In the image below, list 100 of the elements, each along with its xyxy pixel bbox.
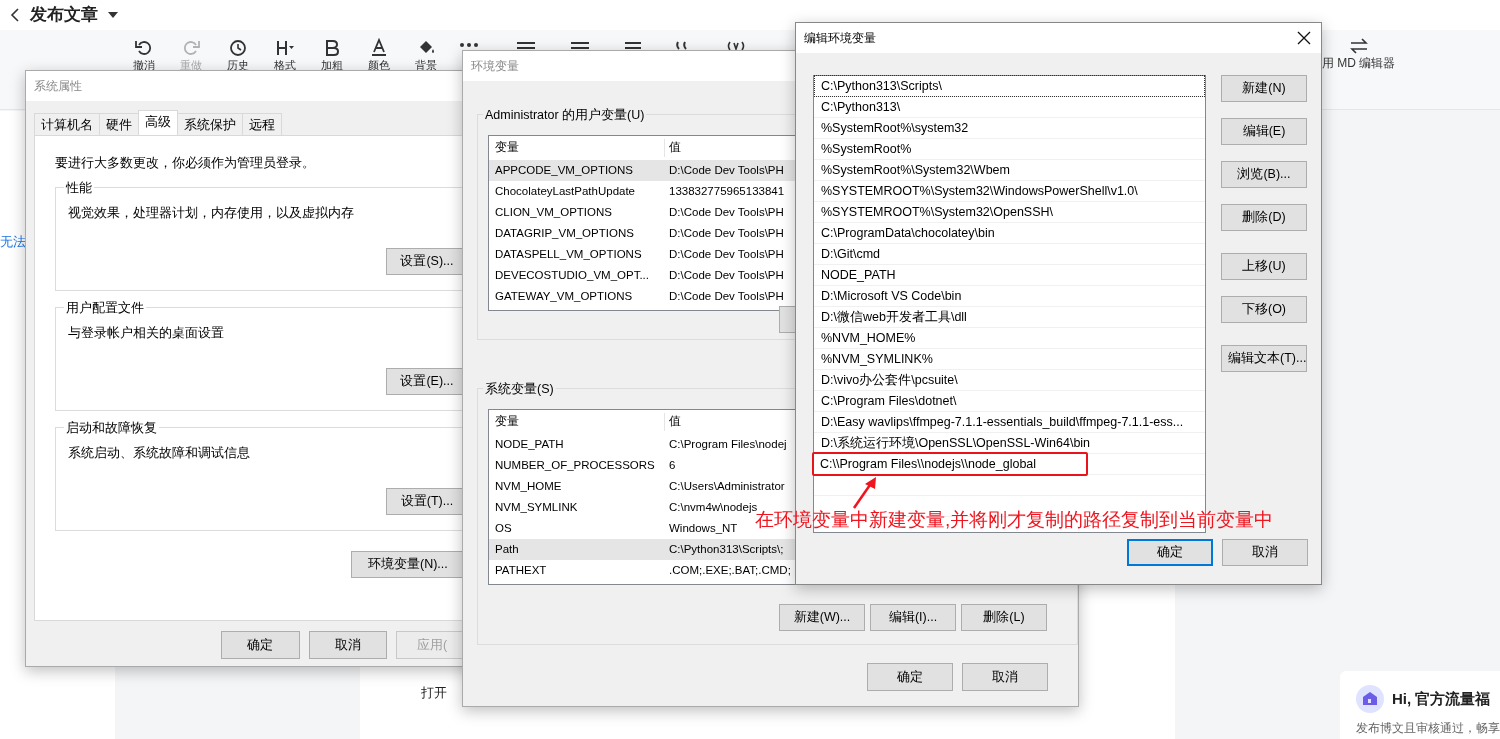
path-entry[interactable]: C:\ProgramData\chocolatey\bin bbox=[814, 221, 1002, 245]
path-entry[interactable]: D:\vivo办公套件\pcsuite\ bbox=[814, 368, 965, 392]
dialog-button[interactable]: 删除(D) bbox=[1221, 204, 1307, 231]
dialog-button[interactable]: 确定 bbox=[221, 631, 300, 659]
back-icon[interactable] bbox=[10, 8, 20, 22]
path-entry[interactable]: %SystemRoot%\system32 bbox=[814, 116, 976, 140]
history-icon[interactable] bbox=[227, 38, 248, 58]
table-cell-text: NUMBER_OF_PROCESSORS bbox=[494, 457, 656, 473]
toolbar-label: 重做 bbox=[179, 59, 202, 71]
dialog-button[interactable]: 新建(W)... bbox=[779, 604, 865, 631]
promo-text: 发布博文且审核通过，畅享 bbox=[1356, 720, 1500, 737]
group-description: 视觉效果，处理器计划，内存使用，以及虚拟内存 bbox=[68, 204, 355, 222]
toolbar-label: 历史 bbox=[226, 59, 249, 71]
table-cell-text: NODE_PATH bbox=[494, 436, 565, 452]
notice-text: 要进行大多数更改，你必须作为管理员登录。 bbox=[55, 155, 316, 172]
path-entry[interactable]: D:\微信web开发者工具\dll bbox=[814, 305, 974, 329]
md-editor-link[interactable]: 用 MD 编辑器 bbox=[1322, 54, 1396, 72]
toolbar-label: 撤消 bbox=[132, 59, 155, 71]
table-cell-text: GATEWAY_VM_OPTIONS bbox=[494, 288, 634, 304]
table-cell-text: NVM_SYMLINK bbox=[494, 499, 579, 515]
window-title: 系统属性 bbox=[34, 78, 82, 95]
dialog-button[interactable]: 确定 bbox=[1127, 539, 1213, 566]
toolbar-label: 背景 bbox=[414, 59, 437, 71]
undo-icon[interactable] bbox=[133, 38, 154, 58]
toolbar-label: 加粗 bbox=[320, 59, 343, 71]
table-cell-text: 6 bbox=[668, 457, 676, 473]
table-cell-text: PATHEXT bbox=[494, 562, 548, 578]
dialog-button[interactable]: 编辑文本(T)... bbox=[1221, 345, 1307, 372]
column-header[interactable]: 值 bbox=[665, 139, 681, 157]
path-entry[interactable]: %SYSTEMROOT%\System32\WindowsPowerShell\v1.0\ bbox=[814, 179, 1145, 203]
tab[interactable]: 高级 bbox=[138, 110, 178, 135]
dialog-button[interactable]: 编辑(I)... bbox=[870, 604, 956, 631]
table-cell-text: DATASPELL_VM_OPTIONS bbox=[494, 246, 643, 262]
table-cell-text: CLION_VM_OPTIONS bbox=[494, 204, 613, 220]
group-description: 与登录帐户相关的桌面设置 bbox=[68, 324, 225, 342]
path-entry[interactable]: D:\Easy wavlips\ffmpeg-7.1.1-essentials_build\ffmpeg-7.1.1-ess... bbox=[814, 410, 1191, 434]
window-title: 编辑环境变量 bbox=[804, 30, 876, 47]
table-cell-text: D:\Code Dev Tools\PH bbox=[668, 288, 784, 304]
path-entry[interactable]: NODE_PATH bbox=[814, 263, 903, 287]
dialog-button[interactable]: 取消 bbox=[962, 663, 1048, 691]
dialog-button[interactable]: 删除(L) bbox=[961, 604, 1047, 631]
side-link[interactable]: 无法 bbox=[0, 232, 26, 252]
heading-icon[interactable] bbox=[274, 38, 295, 58]
table-cell-text: 133832775965133841 bbox=[668, 183, 785, 199]
path-entry[interactable]: %NVM_SYMLINK% bbox=[814, 347, 940, 371]
group-description: 系统启动、系统故障和调试信息 bbox=[68, 444, 251, 462]
table-cell-text: D:\Code Dev Tools\PH bbox=[668, 204, 784, 220]
table-cell-text: ChocolateyLastPathUpdate bbox=[494, 183, 636, 199]
table-cell-text: C:\Python313\Scripts\; bbox=[668, 541, 784, 557]
page-title: 发布文章 bbox=[30, 4, 98, 27]
dialog-button[interactable]: 取消 bbox=[308, 631, 388, 659]
path-entry[interactable]: C:\Program Files\dotnet\ bbox=[814, 389, 964, 413]
swap-icon[interactable] bbox=[1348, 38, 1369, 54]
dialog-button[interactable]: 浏览(B)... bbox=[1221, 161, 1307, 188]
dialog-button[interactable]: 编辑(E) bbox=[1221, 118, 1307, 145]
table-cell-text: D:\Code Dev Tools\PH bbox=[668, 246, 784, 262]
table-cell-text: C:\Users\Administrator bbox=[668, 478, 785, 494]
path-entry[interactable]: D:\Git\cmd bbox=[814, 242, 888, 266]
table-cell-text: C:\nvm4w\nodejs bbox=[668, 499, 758, 513]
path-entry[interactable]: D:\Microsoft VS Code\bin bbox=[814, 284, 969, 308]
dialog-button[interactable]: 取消 bbox=[1222, 539, 1308, 566]
path-entry[interactable]: C:\\Program Files\\nodejs\\node_global bbox=[812, 451, 1088, 477]
table-cell-text: D:\Code Dev Tools\PH bbox=[668, 267, 784, 283]
table-cell-text: NVM_HOME bbox=[494, 478, 563, 494]
path-entry[interactable]: %SystemRoot% bbox=[814, 137, 919, 161]
dialog-button[interactable]: 上移(U) bbox=[1221, 253, 1307, 280]
table-cell-text: APPCODE_VM_OPTIONS bbox=[494, 162, 635, 178]
column-header[interactable]: 变量 bbox=[489, 139, 665, 157]
editor-placeholder: 打开 bbox=[421, 684, 447, 702]
table-cell-text: C:\Program Files\nodej bbox=[668, 436, 787, 452]
table-cell-text: D:\Code Dev Tools\PH bbox=[668, 162, 784, 178]
path-entry[interactable]: %SystemRoot%\System32\Wbem bbox=[814, 158, 1017, 182]
column-header[interactable]: 变量 bbox=[489, 413, 665, 431]
close-icon[interactable] bbox=[1297, 31, 1311, 45]
list-icon[interactable] bbox=[515, 40, 537, 50]
path-entry[interactable]: C:\Python313\Scripts\ bbox=[814, 74, 1205, 98]
table-cell-text: DEVECOSTUDIO_VM_OPT... bbox=[494, 267, 650, 283]
dialog-button[interactable]: 新建(N) bbox=[1221, 75, 1307, 102]
toolbar-label: 颜色 bbox=[367, 59, 390, 71]
table-cell-text: Windows_NT bbox=[668, 520, 738, 536]
promo-title: Hi, 官方流量福 bbox=[1392, 688, 1491, 709]
toolbar-label: 格式 bbox=[273, 59, 296, 71]
dialog-button[interactable]: 确定 bbox=[867, 663, 953, 691]
group-title: 系统变量(S) bbox=[483, 380, 556, 399]
column-header[interactable]: 值 bbox=[665, 413, 681, 431]
path-entry[interactable]: %SYSTEMROOT%\System32\OpenSSH\ bbox=[814, 200, 1060, 224]
window-title: 环境变量 bbox=[471, 58, 519, 75]
table-cell-text: Path bbox=[494, 541, 520, 557]
tab[interactable]: 远程 bbox=[242, 113, 282, 135]
table-cell-text: D:\Code Dev Tools\PH bbox=[668, 225, 784, 241]
path-entry[interactable]: %NVM_HOME% bbox=[814, 326, 923, 350]
tab[interactable]: 计算机名 bbox=[34, 113, 100, 135]
caret-icon[interactable] bbox=[108, 11, 118, 19]
table-cell-text: .COM;.EXE;.BAT;.CMD; bbox=[668, 562, 791, 578]
path-entry[interactable]: C:\Python313\ bbox=[814, 95, 908, 119]
table-cell-text: OS bbox=[494, 520, 513, 536]
dialog-button[interactable]: 下移(O) bbox=[1221, 296, 1307, 323]
badge-icon bbox=[1356, 685, 1384, 713]
group-title: Administrator 的用户变量(U) bbox=[483, 106, 647, 125]
table-cell-text: DATAGRIP_VM_OPTIONS bbox=[494, 225, 635, 241]
